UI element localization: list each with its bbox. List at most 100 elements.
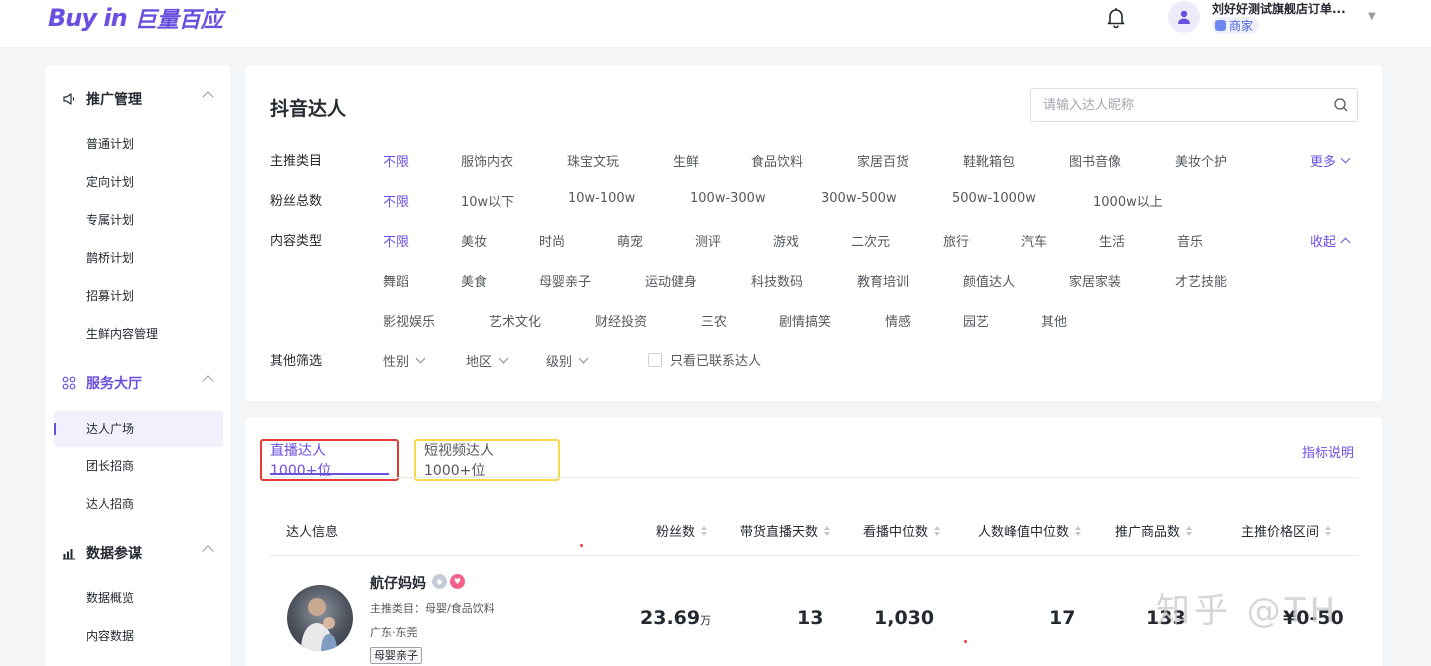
content-option[interactable]: 音乐 — [1177, 231, 1203, 250]
content-option[interactable]: 颜值达人 — [963, 271, 1015, 290]
metric-explanation-link[interactable]: 指标说明 — [1302, 442, 1354, 461]
more-categories-link[interactable]: 更多 — [1310, 151, 1351, 170]
content-option[interactable]: 美妆 — [461, 231, 487, 250]
region-dropdown[interactable]: 地区 — [466, 351, 509, 370]
content-option[interactable]: 美食 — [461, 271, 487, 290]
tab-label: 短视频达人 1000+位 — [424, 443, 494, 479]
fans-option[interactable]: 100w-300w — [690, 191, 766, 206]
column-header-fans[interactable]: 粉丝数 — [656, 521, 708, 540]
sort-icon[interactable] — [1325, 525, 1332, 536]
column-header-peak-median[interactable]: 人数峰值中位数 — [978, 521, 1082, 540]
content-option[interactable]: 时尚 — [539, 231, 565, 250]
search-box[interactable] — [1030, 88, 1358, 122]
sidebar-item-fresh-content[interactable]: 生鲜内容管理 — [86, 325, 158, 343]
sidebar-item-data-overview[interactable]: 数据概览 — [86, 589, 134, 607]
content-option[interactable]: 生活 — [1099, 231, 1125, 250]
price-range-value: ¥0-50 — [1283, 607, 1344, 629]
content-option[interactable]: 科技数码 — [751, 271, 803, 290]
sidebar-item-leader-recruit[interactable]: 团长招商 — [86, 457, 134, 475]
column-header-view-median[interactable]: 看播中位数 — [863, 521, 941, 540]
content-option[interactable]: 才艺技能 — [1175, 271, 1227, 290]
red-marker — [580, 544, 583, 547]
red-marker — [964, 640, 967, 643]
content-option[interactable]: 三农 — [701, 311, 727, 330]
content-option[interactable]: 财经投资 — [595, 311, 647, 330]
sidebar-item-bridge-plan[interactable]: 鹊桥计划 — [86, 249, 134, 267]
content-option[interactable]: 影视娱乐 — [383, 311, 435, 330]
column-header-products[interactable]: 推广商品数 — [1115, 521, 1193, 540]
content-option[interactable]: 剧情搞笑 — [779, 311, 831, 330]
category-option[interactable]: 美妆个护 — [1175, 151, 1227, 170]
sidebar-item-content-data[interactable]: 内容数据 — [86, 627, 134, 645]
content-option[interactable]: 其他 — [1041, 311, 1067, 330]
contacted-only-checkbox[interactable]: 只看已联系达人 — [648, 350, 761, 369]
content-option[interactable]: 二次元 — [851, 231, 890, 250]
content-option[interactable]: 舞蹈 — [383, 271, 409, 290]
sidebar-item-targeted-plan[interactable]: 定向计划 — [86, 173, 134, 191]
fans-option[interactable]: 10w以下 — [461, 191, 514, 210]
category-option[interactable]: 不限 — [383, 151, 409, 170]
logo-text-cn: 巨量百应 — [134, 8, 223, 33]
category-option[interactable]: 图书音像 — [1069, 151, 1121, 170]
content-option[interactable]: 园艺 — [963, 311, 989, 330]
fans-option[interactable]: 300w-500w — [821, 191, 897, 206]
level-dropdown[interactable]: 级别 — [546, 351, 589, 370]
content-option[interactable]: 汽车 — [1021, 231, 1047, 250]
content-option[interactable]: 母婴亲子 — [539, 271, 591, 290]
sidebar-section-promotion[interactable]: 推广管理 — [62, 89, 222, 109]
column-header-price-range[interactable]: 主推价格区间 — [1241, 521, 1332, 540]
user-avatar[interactable] — [1168, 1, 1200, 33]
store-name[interactable]: 刘好好测试旗舰店订单... — [1212, 0, 1352, 17]
gender-dropdown[interactable]: 性别 — [383, 351, 426, 370]
sidebar-item-creator-recruit[interactable]: 达人招商 — [86, 495, 134, 513]
fans-option[interactable]: 500w-1000w — [952, 191, 1036, 206]
sort-icon[interactable] — [934, 525, 941, 536]
column-header-live-days[interactable]: 带货直播天数 — [740, 521, 831, 540]
chevron-up-icon — [202, 545, 214, 557]
category-option[interactable]: 鞋靴箱包 — [963, 151, 1015, 170]
account-dropdown-icon[interactable]: ▼ — [1368, 11, 1376, 22]
collapse-content-link[interactable]: 收起 — [1310, 231, 1351, 250]
creator-avatar[interactable] — [287, 585, 353, 651]
content-option[interactable]: 情感 — [885, 311, 911, 330]
sort-icon[interactable] — [1075, 525, 1082, 536]
category-option[interactable]: 珠宝文玩 — [567, 151, 619, 170]
fans-option[interactable]: 1000w以上 — [1093, 191, 1163, 210]
live-days-value: 13 — [797, 607, 824, 629]
megaphone-icon — [62, 92, 76, 106]
sidebar-item-exclusive-plan[interactable]: 专属计划 — [86, 211, 134, 229]
sidebar-section-service-hall[interactable]: 服务大厅 — [62, 373, 222, 393]
content-option[interactable]: 旅行 — [943, 231, 969, 250]
sidebar-item-normal-plan[interactable]: 普通计划 — [86, 135, 134, 153]
content-option[interactable]: 不限 — [383, 231, 409, 250]
sort-icon[interactable] — [701, 525, 708, 536]
content-option[interactable]: 教育培训 — [857, 271, 909, 290]
filter-label-main-category: 主推类目 — [270, 154, 323, 169]
category-option[interactable]: 食品饮料 — [751, 151, 803, 170]
content-option[interactable]: 家居家装 — [1069, 271, 1121, 290]
search-input[interactable] — [1043, 89, 1323, 121]
fans-option[interactable]: 10w-100w — [568, 191, 635, 206]
sort-icon[interactable] — [824, 525, 831, 536]
tab-video-creators[interactable]: 短视频达人 1000+位 — [414, 439, 560, 481]
sidebar-item-creator-square[interactable]: 达人广场 — [86, 420, 134, 438]
content-option[interactable]: 运动健身 — [645, 271, 697, 290]
sidebar-section-data[interactable]: 数据参谋 — [62, 543, 222, 563]
checkbox-box[interactable] — [648, 352, 662, 367]
brand-logo[interactable]: Buy in 巨量百应 — [48, 2, 223, 34]
tab-live-creators[interactable]: 直播达人 1000+位 — [260, 439, 399, 481]
category-option[interactable]: 家居百货 — [857, 151, 909, 170]
search-icon[interactable] — [1333, 97, 1349, 113]
category-option[interactable]: 生鲜 — [673, 151, 699, 170]
content-option[interactable]: 测评 — [695, 231, 721, 250]
content-option[interactable]: 游戏 — [773, 231, 799, 250]
fans-option[interactable]: 不限 — [383, 191, 409, 210]
notification-bell-icon[interactable] — [1104, 5, 1128, 29]
creator-name[interactable]: 航仔妈妈 — [370, 573, 426, 593]
column-label: 达人信息 — [286, 525, 339, 540]
content-option[interactable]: 萌宠 — [617, 231, 643, 250]
sort-icon[interactable] — [1186, 525, 1193, 536]
sidebar-item-recruit-plan[interactable]: 招募计划 — [86, 287, 134, 305]
content-option[interactable]: 艺术文化 — [489, 311, 541, 330]
category-option[interactable]: 服饰内衣 — [461, 151, 513, 170]
